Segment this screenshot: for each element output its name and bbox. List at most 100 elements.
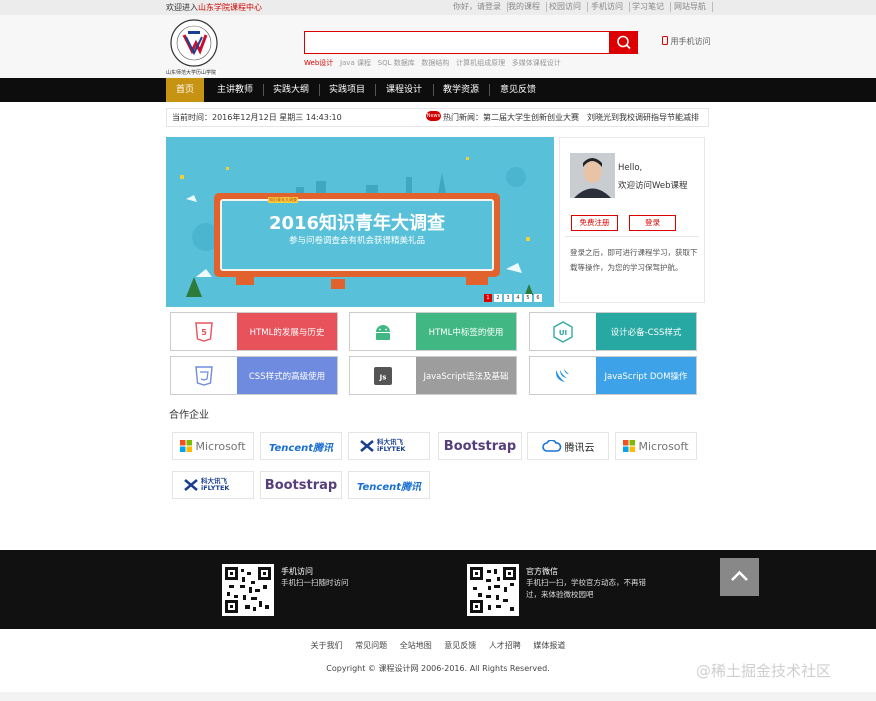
footer-link-about[interactable]: 关于我们 <box>311 641 343 650</box>
css3-icon <box>171 357 237 394</box>
microsoft-icon <box>623 440 636 452</box>
partner-logo-iflytek[interactable]: 科大讯飞 iFLYTEK <box>348 432 430 460</box>
carousel-dot[interactable]: 5 <box>524 294 532 302</box>
top-link-mobile[interactable]: 手机访问 <box>585 2 630 12</box>
top-bar <box>0 0 876 15</box>
ui-icon: UI <box>530 313 596 350</box>
nav-resources[interactable]: 教学资源 <box>434 78 488 102</box>
tile-label: CSS样式的高级使用 <box>237 357 337 394</box>
course-tile[interactable]: UI 设计必备-CSS样式 <box>529 312 697 351</box>
svg-text:5: 5 <box>201 328 207 337</box>
top-link-sitemap[interactable]: 网站导航 <box>668 2 713 12</box>
qr-mobile-desc: 手机扫一扫随时访问 <box>281 578 349 587</box>
cloud-icon <box>541 440 561 452</box>
course-tile[interactable]: HTML中标签的使用 <box>349 312 517 351</box>
current-datetime: 当前时间：2016年12月12日 星期三 14:43:10 <box>172 113 342 122</box>
course-tile[interactable]: 5 HTML的发展与历史 <box>170 312 338 351</box>
back-to-top-button[interactable] <box>720 558 759 596</box>
seal-icon <box>170 19 218 76</box>
news-ticker[interactable]: 热门新闻：第二届大学生创新创业大赛 刘晓光到我校调研指导节能减排 <box>443 112 707 123</box>
hot-word[interactable]: 多媒体课程设计 <box>512 59 561 67</box>
footer-links: 关于我们 常见问题 全站地图 意见反馈 人才招聘 媒体报道 <box>0 640 876 651</box>
partner-logo-bootstrap[interactable]: Bootstrap <box>260 471 342 499</box>
nav-course-design[interactable]: 课程设计 <box>376 78 432 102</box>
banner-carousel[interactable]: 知识青年大调查 2016知识青年大调查 参与问卷调查会有机会获得精美礼品 1 2… <box>166 137 554 307</box>
divider <box>565 236 699 237</box>
qr-code-wechat <box>467 564 519 616</box>
hot-word[interactable]: 计算机组成原理 <box>456 59 505 67</box>
watermark: @稀土掘金技术社区 <box>696 662 832 680</box>
footer-link-feedback[interactable]: 意见反馈 <box>444 641 476 650</box>
hot-search-words: Web设计 Java 课程 SQL 数据库 数据结构 计算机组成原理 多媒体课程… <box>304 58 561 68</box>
svg-text:Js: Js <box>379 373 387 381</box>
welcome-site-link[interactable]: 山东学院课程中心 <box>198 3 262 12</box>
top-link-my-courses[interactable]: 我的课程 <box>502 2 547 12</box>
hot-word[interactable]: 数据结构 <box>421 59 449 67</box>
search-icon <box>617 35 631 50</box>
chevron-up-icon <box>731 570 748 581</box>
footer-link-media[interactable]: 媒体报道 <box>533 641 565 650</box>
search-input[interactable] <box>304 31 610 54</box>
tile-label: HTML中标签的使用 <box>416 313 516 350</box>
tile-label: HTML的发展与历史 <box>237 313 337 350</box>
tile-label: JavaScript DOM操作 <box>596 357 696 394</box>
carousel-dot[interactable]: 4 <box>514 294 522 302</box>
partner-logo-microsoft[interactable]: Microsoft <box>615 432 697 460</box>
phone-icon <box>662 36 668 45</box>
carousel-dot[interactable]: 2 <box>494 294 502 302</box>
login-greeting: Hello, 欢迎访问Web课程 <box>618 163 688 191</box>
banner-title: 2016知识青年大调查 <box>268 213 446 234</box>
mobile-access-link[interactable]: 用手机访问 <box>662 36 711 47</box>
register-button[interactable]: 免费注册 <box>571 215 618 231</box>
partner-logo-tencent[interactable]: Tencent腾讯 <box>260 432 342 460</box>
qr-wechat-desc: 手机扫一扫，学校官方动态，不再错过，来体验微校园吧 <box>526 578 646 599</box>
qr-code-icon <box>470 567 516 613</box>
top-link-login[interactable]: 你好，请登录 <box>447 2 508 12</box>
tile-label: 设计必备-CSS样式 <box>596 313 696 350</box>
nav-teachers[interactable]: 主讲教师 <box>208 78 262 102</box>
partner-logo-tencent[interactable]: Tencent腾讯 <box>348 471 430 499</box>
course-tile[interactable]: Js JavaScript语法及基础 <box>349 356 517 395</box>
tile-label: JavaScript语法及基础 <box>416 357 516 394</box>
school-logo[interactable] <box>166 17 222 77</box>
avatar <box>570 153 615 198</box>
carousel-dot[interactable]: 3 <box>504 294 512 302</box>
android-icon <box>350 313 416 350</box>
nav-feedback[interactable]: 意见反馈 <box>490 78 546 102</box>
banner-tag: 知识青年大调查 <box>269 197 297 202</box>
nav-projects[interactable]: 实践项目 <box>320 78 374 102</box>
partner-logo-qcloud[interactable]: 腾讯云 <box>527 432 609 460</box>
user-avatar-icon <box>570 153 615 198</box>
top-link-notes[interactable]: 学习笔记 <box>626 2 671 12</box>
partner-logo-iflytek[interactable]: 科大讯飞 iFLYTEK <box>172 471 254 499</box>
footer-link-faq[interactable]: 常见问题 <box>355 641 387 650</box>
partner-logo-bootstrap[interactable]: Bootstrap <box>438 432 522 460</box>
partner-logo-microsoft[interactable]: Microsoft <box>172 432 254 460</box>
qr-wechat-title: 官方微信 <box>526 567 558 576</box>
logo-caption: 山东师范大学历山学院 <box>166 70 217 76</box>
microsoft-icon <box>180 440 193 452</box>
js-icon: Js <box>350 357 416 394</box>
qr-code-icon <box>225 567 271 613</box>
login-button[interactable]: 登录 <box>629 215 676 231</box>
nav-home[interactable]: 首页 <box>166 78 204 102</box>
qr-mobile-title: 手机访问 <box>281 567 313 576</box>
carousel-dots: 1 2 3 4 5 6 <box>484 294 542 302</box>
partners-title: 合作企业 <box>169 410 209 421</box>
carousel-dot[interactable]: 6 <box>534 294 542 302</box>
search-button[interactable] <box>610 31 638 54</box>
hot-word[interactable]: Java 课程 <box>340 59 371 67</box>
course-tile[interactable]: JavaScript DOM操作 <box>529 356 697 395</box>
news-badge: News <box>426 111 441 121</box>
iflytek-icon <box>184 479 198 491</box>
top-link-campus[interactable]: 校园访问 <box>543 2 588 12</box>
course-tile[interactable]: CSS样式的高级使用 <box>170 356 338 395</box>
bottom-strip <box>0 692 876 701</box>
html5-icon: 5 <box>171 313 237 350</box>
carousel-dot-active[interactable]: 1 <box>484 294 492 302</box>
hot-word[interactable]: SQL 数据库 <box>378 59 415 67</box>
footer-link-jobs[interactable]: 人才招聘 <box>489 641 521 650</box>
hot-word[interactable]: Web设计 <box>304 59 333 67</box>
footer-link-sitemap[interactable]: 全站地图 <box>400 641 432 650</box>
nav-outline[interactable]: 实践大纲 <box>264 78 318 102</box>
